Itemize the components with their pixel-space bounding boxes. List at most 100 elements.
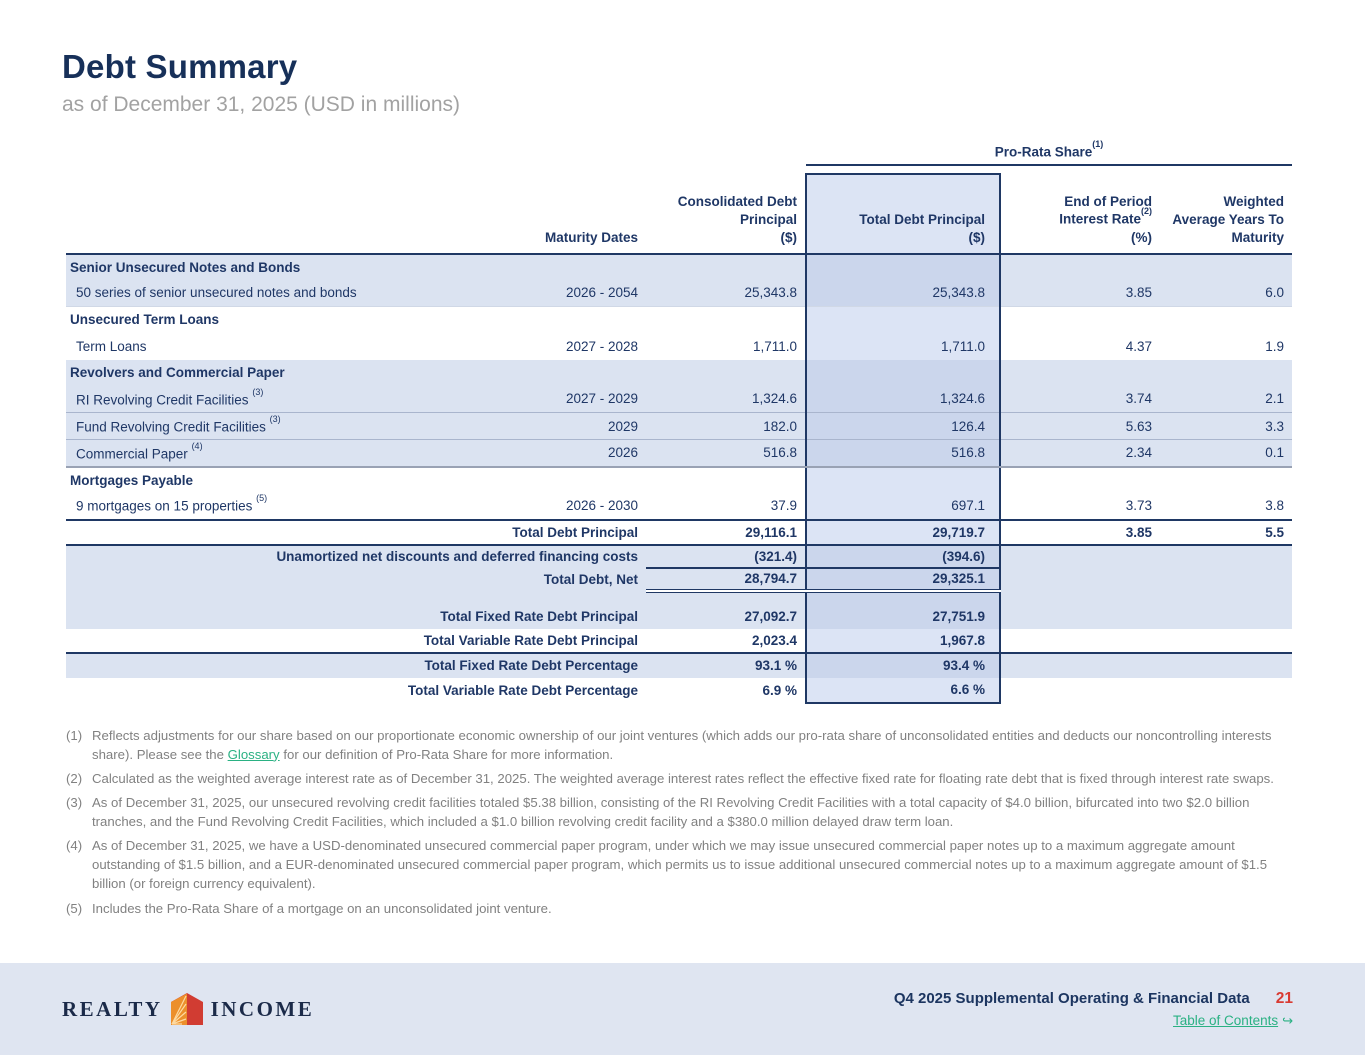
header-weighted-avg-years: Weighted Average Years To Maturity [1160,174,1292,254]
logo-text-income: INCOME [211,999,315,1020]
t6-total: 93.4 % [806,653,1000,678]
spacer-row [66,591,1292,605]
r1-maturity: 2026 - 2054 [446,280,646,307]
document-title: Q4 2025 Supplemental Operating & Financi… [894,990,1250,1007]
section-senior-unsecured-notes: Senior Unsecured Notes and Bonds [66,254,1292,280]
r1-label: 50 series of senior unsecured notes and … [66,280,446,307]
footnote-ref-5: (5) [256,493,267,503]
row-total-debt-net: Total Debt, Net 28,794.7 29,325.1 [66,568,1292,591]
footnote-ref-4: (4) [192,441,203,451]
realty-income-logo: REALTY INCOME [62,992,314,1026]
t1-rate: 3.85 [1000,520,1160,545]
footnote-number: (5) [66,899,92,918]
footnote-3: (3) As of December 31, 2025, our unsecur… [66,793,1292,831]
t5-consolidated: 2,023.4 [646,629,806,653]
footnote-number: (3) [66,793,92,831]
debt-summary-table-area: Pro-Rata Share(1) Maturity Dates Consoli… [66,143,1292,704]
header-total-debt-principal: Total Debt Principal ($) [806,174,1000,254]
row-total-variable-rate-principal: Total Variable Rate Debt Principal 2,023… [66,629,1292,653]
r5-rate: 2.34 [1000,440,1160,467]
t7-total: 6.6 % [806,678,1000,703]
section-label: Unsecured Term Loans [66,307,446,333]
row-total-fixed-rate-principal: Total Fixed Rate Debt Principal 27,092.7… [66,605,1292,629]
row-fund-revolving-credit: Fund Revolving Credit Facilities (3) 202… [66,413,1292,440]
page-title: Debt Summary [0,0,1365,86]
t4-consolidated: 27,092.7 [646,605,806,629]
row-term-loans: Term Loans 2027 - 2028 1,711.0 1,711.0 4… [66,333,1292,360]
r5-years: 0.1 [1160,440,1292,467]
row-total-debt-principal: Total Debt Principal 29,116.1 29,719.7 3… [66,520,1292,545]
footnote-ref-1: (1) [1092,139,1103,149]
r2-total: 1,711.0 [806,333,1000,360]
footnote-number: (1) [66,726,92,764]
r5-maturity: 2026 [446,440,646,467]
t3-total: 29,325.1 [806,568,1000,591]
section-unsecured-term-loans: Unsecured Term Loans [66,307,1292,333]
t3-consolidated: 28,794.7 [646,568,806,591]
section-label: Mortgages Payable [66,467,446,493]
row-commercial-paper: Commercial Paper (4) 2026 516.8 516.8 2.… [66,440,1292,467]
row-mortgages: 9 mortgages on 15 properties (5) 2026 - … [66,493,1292,520]
section-label: Senior Unsecured Notes and Bonds [66,254,446,280]
r5-consolidated: 516.8 [646,440,806,467]
page-number: 21 [1276,990,1293,1008]
t4-total: 27,751.9 [806,605,1000,629]
r1-total: 25,343.8 [806,280,1000,307]
footnotes: (1) Reflects adjustments for our share b… [66,726,1292,918]
r6-label: 9 mortgages on 15 properties [76,499,252,514]
t2-total: (394.6) [806,545,1000,568]
r5-total: 516.8 [806,440,1000,467]
page-footer: REALTY INCOME Q4 2025 Supple [0,963,1365,1055]
glossary-link[interactable]: Glossary [228,747,280,762]
r5-label: Commercial Paper [76,446,188,461]
footnote-number: (4) [66,836,92,893]
t6-label: Total Fixed Rate Debt Percentage [66,653,646,678]
r3-total: 1,324.6 [806,386,1000,413]
t7-consolidated: 6.9 % [646,678,806,703]
footnote-ref-3: (3) [252,387,263,397]
r4-total: 126.4 [806,413,1000,440]
header-consolidated-principal: Consolidated Debt Principal ($) [646,174,806,254]
r1-years: 6.0 [1160,280,1292,307]
row-total-variable-rate-percentage: Total Variable Rate Debt Percentage 6.9 … [66,678,1292,703]
table-of-contents-link[interactable]: Table of Contents [1173,1013,1278,1028]
debt-summary-table: Maturity Dates Consolidated Debt Princip… [66,173,1292,704]
r4-maturity: 2029 [446,413,646,440]
logo-text-realty: REALTY [62,999,163,1020]
t4-label: Total Fixed Rate Debt Principal [66,605,646,629]
t5-label: Total Variable Rate Debt Principal [66,629,646,653]
t1-label: Total Debt Principal [66,520,646,545]
r2-maturity: 2027 - 2028 [446,333,646,360]
r6-total: 697.1 [806,493,1000,520]
r6-maturity: 2026 - 2030 [446,493,646,520]
r3-rate: 3.74 [1000,386,1160,413]
r3-label: RI Revolving Credit Facilities [76,392,249,407]
header-interest-rate: End of Period Interest Rate(2) (%) [1000,174,1160,254]
t1-consolidated: 29,116.1 [646,520,806,545]
prorata-share-header: Pro-Rata Share(1) [806,143,1292,166]
section-mortgages-payable: Mortgages Payable [66,467,1292,493]
r3-maturity: 2027 - 2029 [446,386,646,413]
r6-rate: 3.73 [1000,493,1160,520]
section-revolvers-commercial-paper: Revolvers and Commercial Paper [66,360,1292,386]
r1-rate: 3.85 [1000,280,1160,307]
footnote-4: (4) As of December 31, 2025, we have a U… [66,836,1292,893]
r6-years: 3.8 [1160,493,1292,520]
page-subtitle: as of December 31, 2025 (USD in millions… [62,93,1365,117]
t2-consolidated: (321.4) [646,545,806,568]
toc-arrow-icon: ↪ [1282,1013,1293,1028]
t6-consolidated: 93.1 % [646,653,806,678]
r1-consolidated: 25,343.8 [646,280,806,307]
t2-label: Unamortized net discounts and deferred f… [66,545,646,568]
r2-label: Term Loans [66,333,446,360]
footnote-ref-3: (3) [270,414,281,424]
table-header-row: Maturity Dates Consolidated Debt Princip… [66,174,1292,254]
footnote-1: (1) Reflects adjustments for our share b… [66,726,1292,764]
t7-label: Total Variable Rate Debt Percentage [66,678,646,703]
t5-total: 1,967.8 [806,629,1000,653]
footnote-2: (2) Calculated as the weighted average i… [66,769,1292,788]
footnote-5: (5) Includes the Pro-Rata Share of a mor… [66,899,1292,918]
footer-right: Q4 2025 Supplemental Operating & Financi… [894,990,1293,1029]
footnote-number: (2) [66,769,92,788]
footnote-ref-2: (2) [1141,206,1152,216]
